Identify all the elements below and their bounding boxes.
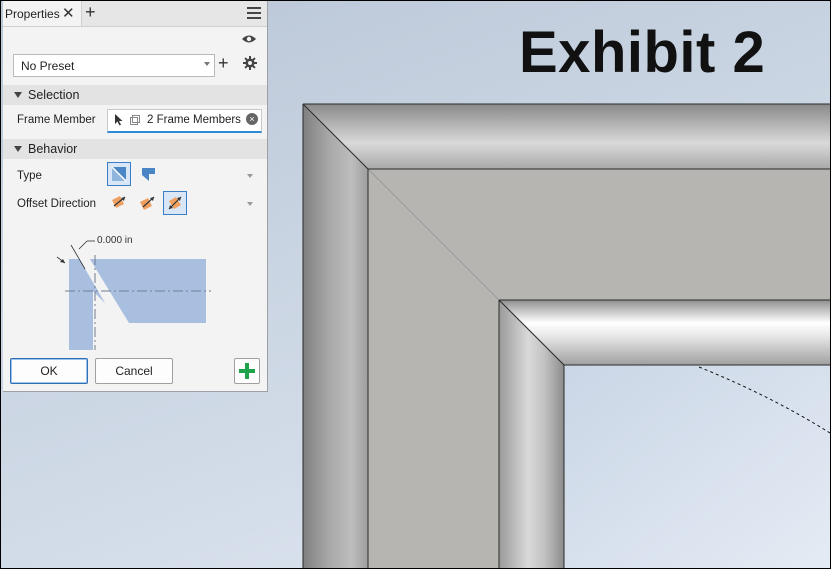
offset-direction-3-button[interactable] bbox=[163, 191, 187, 215]
add-preset-icon[interactable]: + bbox=[218, 53, 229, 74]
notch-type-button[interactable] bbox=[137, 163, 159, 185]
collapse-triangle-icon bbox=[14, 92, 22, 98]
offset-direction-label: Offset Direction bbox=[17, 198, 97, 210]
hamburger-menu-icon[interactable] bbox=[247, 7, 261, 19]
eye-icon[interactable] bbox=[241, 34, 257, 44]
section-selection[interactable]: Selection bbox=[3, 85, 267, 105]
frame-member-value: 2 Frame Members bbox=[147, 114, 241, 126]
outer-left-rail bbox=[303, 104, 368, 568]
chevron-down-icon bbox=[204, 62, 210, 66]
panel-tabbar: Properties ✕ + bbox=[3, 1, 267, 27]
gear-icon[interactable] bbox=[243, 56, 257, 70]
type-label: Type bbox=[17, 170, 42, 182]
section-behavior-label: Behavior bbox=[28, 142, 78, 156]
properties-panel: Properties ✕ + No Preset + Selection Fra… bbox=[3, 1, 268, 392]
section-selection-label: Selection bbox=[28, 88, 80, 102]
offset-arrow-icon bbox=[112, 196, 126, 208]
dimension-label: 0.000 in bbox=[97, 235, 133, 246]
cursor-icon bbox=[115, 114, 123, 126]
frame-member-icon bbox=[130, 115, 140, 125]
frame-opening bbox=[564, 365, 830, 568]
exhibit-title: Exhibit 2 bbox=[519, 20, 766, 85]
preset-dropdown[interactable]: No Preset bbox=[13, 54, 215, 77]
chevron-down-icon[interactable] bbox=[247, 174, 253, 178]
add-tab-icon[interactable]: + bbox=[85, 2, 96, 23]
outer-top-rail bbox=[303, 104, 830, 169]
miter-type-icon bbox=[111, 166, 127, 182]
offset-direction-2-button[interactable] bbox=[136, 192, 158, 214]
preset-value: No Preset bbox=[21, 59, 75, 73]
frame-member-selector[interactable]: 2 Frame Members × bbox=[107, 109, 262, 133]
section-behavior[interactable]: Behavior bbox=[3, 139, 267, 159]
miter-preview-diagram: 0.000 in bbox=[56, 235, 211, 350]
frame-member-label: Frame Member bbox=[17, 114, 96, 126]
screenshot-frame: Exhibit 2 Properties ✕ + No Preset + Sel… bbox=[0, 0, 831, 569]
offset-direction-1-button[interactable] bbox=[108, 192, 130, 214]
offset-arrow-icon bbox=[168, 196, 182, 210]
chevron-down-icon[interactable] bbox=[247, 202, 253, 206]
cancel-button[interactable]: Cancel bbox=[95, 358, 173, 384]
collapse-triangle-icon bbox=[14, 146, 22, 152]
clear-icon[interactable]: × bbox=[246, 113, 258, 125]
tab-properties[interactable]: Properties ✕ bbox=[3, 1, 82, 26]
green-plus-icon bbox=[239, 363, 255, 379]
miter-type-button[interactable] bbox=[107, 162, 131, 186]
apply-button[interactable] bbox=[234, 358, 260, 384]
notch-type-icon bbox=[142, 168, 155, 181]
tab-label: Properties bbox=[5, 7, 60, 21]
close-icon[interactable]: ✕ bbox=[62, 4, 75, 22]
offset-arrow-icon bbox=[140, 196, 155, 210]
ok-button[interactable]: OK bbox=[10, 358, 88, 384]
